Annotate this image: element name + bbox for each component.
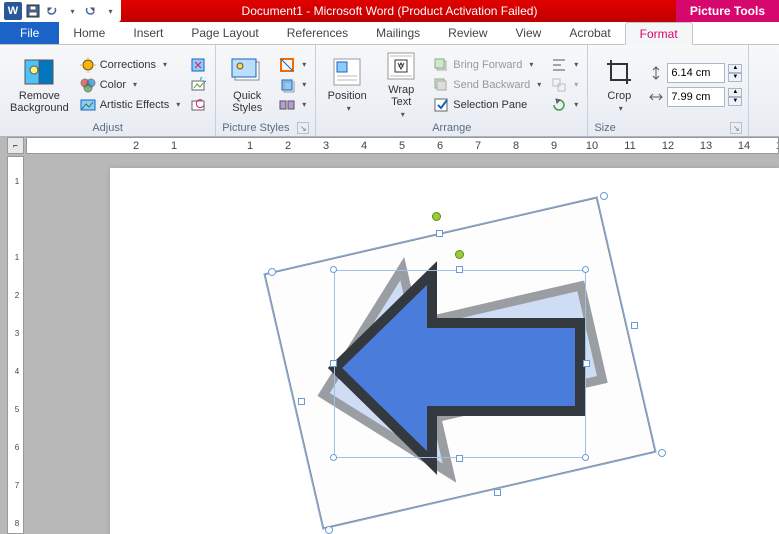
redo-icon[interactable] [82,3,98,19]
selection-handle-br[interactable] [658,449,666,457]
tab-review[interactable]: Review [434,22,501,44]
undo-icon[interactable] [44,3,60,19]
tab-format[interactable]: Format [625,22,693,45]
inner-selection-box[interactable] [334,270,586,458]
inner-handle-b[interactable] [456,455,463,462]
group-size: Crop ▲▼ ▲▼ Size↘ [588,45,749,136]
selection-pane-button[interactable]: Selection Pane [430,96,544,114]
group-adjust: Remove Background Corrections Color Arti… [0,45,216,136]
rotation-handle[interactable] [432,212,441,221]
tab-file[interactable]: File [0,22,59,44]
group-button[interactable] [548,76,581,94]
selection-handle-b[interactable] [494,489,501,496]
tab-insert[interactable]: Insert [119,22,177,44]
save-icon[interactable] [25,3,41,19]
ribbon: Remove Background Corrections Color Arti… [0,45,779,137]
height-spinner[interactable]: ▲▼ [648,63,742,83]
width-up[interactable]: ▲ [728,88,742,97]
picture-effects-button[interactable] [276,76,309,94]
tab-acrobat[interactable]: Acrobat [555,22,624,44]
undo-dropdown-icon[interactable] [63,3,79,19]
selection-handle-bl[interactable] [325,526,333,534]
height-icon [648,65,664,81]
horizontal-ruler[interactable]: 21123456789101112131415161718 [26,137,779,154]
bring-forward-button[interactable]: Bring Forward [430,56,544,74]
ribbon-tabs: File Home Insert Page Layout References … [0,22,779,45]
height-up[interactable]: ▲ [728,64,742,73]
quick-styles-label: Quick Styles [232,90,262,114]
tab-page-layout[interactable]: Page Layout [177,22,272,44]
width-spinner[interactable]: ▲▼ [648,87,742,107]
vertical-ruler[interactable]: 112345678 [7,156,24,534]
word-icon[interactable]: W [4,2,22,20]
send-backward-button[interactable]: Send Backward [430,76,544,94]
remove-background-label: Remove Background [10,90,69,114]
picture-layout-button[interactable] [276,96,309,114]
align-button[interactable] [548,56,581,74]
tab-home[interactable]: Home [59,22,119,44]
width-down[interactable]: ▼ [728,97,742,106]
inner-rotation-handle[interactable] [455,250,464,259]
crop-button[interactable]: Crop [594,48,644,121]
compress-pictures-button[interactable] [187,56,209,74]
inner-handle-t[interactable] [456,266,463,273]
width-input[interactable] [667,87,725,107]
group-adjust-label: Adjust [6,121,209,134]
tab-view[interactable]: View [502,22,556,44]
tab-references[interactable]: References [273,22,362,44]
size-dialog-launcher[interactable]: ↘ [730,122,742,134]
picture-border-button[interactable] [276,56,309,74]
qat-customize-icon[interactable] [101,3,117,19]
inner-handle-tl[interactable] [330,266,337,273]
picture-tools-tab-header: Picture Tools [676,0,779,22]
group-size-label: Size [594,121,615,134]
height-input[interactable] [667,63,725,83]
ruler-corner[interactable]: ⌐ [7,137,24,154]
group-arrange-label: Arrange [322,121,581,134]
reset-picture-button[interactable] [187,96,209,114]
quick-access-toolbar: W [0,0,121,22]
selection-handle-t[interactable] [436,230,443,237]
inner-handle-r[interactable] [583,360,590,367]
group-styles-label: Picture Styles [222,121,289,134]
quick-styles-button[interactable]: Quick Styles [222,48,272,121]
rotate-button[interactable] [548,96,581,114]
inner-handle-br[interactable] [582,454,589,461]
inner-handle-l[interactable] [330,360,337,367]
window-title: Document1 - Microsoft Word (Product Acti… [242,4,538,18]
group-arrange: Position Wrap Text Bring Forward Send Ba… [316,45,588,136]
height-down[interactable]: ▼ [728,73,742,82]
artistic-effects-button[interactable]: Artistic Effects [77,96,184,114]
color-button[interactable]: Color [77,76,184,94]
corrections-button[interactable]: Corrections [77,56,184,74]
wrap-text-button[interactable]: Wrap Text [376,48,426,121]
width-icon [648,89,664,105]
selection-handle-tl[interactable] [268,268,276,276]
change-picture-button[interactable] [187,76,209,94]
styles-dialog-launcher[interactable]: ↘ [297,122,309,134]
remove-background-button[interactable]: Remove Background [6,48,73,121]
group-picture-styles: Quick Styles Picture Styles ↘ [216,45,316,136]
title-bar: W Document1 - Microsoft Word (Product Ac… [0,0,779,22]
document-page[interactable] [110,168,779,534]
inner-handle-bl[interactable] [330,454,337,461]
position-button[interactable]: Position [322,48,372,121]
selection-handle-r[interactable] [631,322,638,329]
tab-mailings[interactable]: Mailings [362,22,434,44]
selection-handle-tr[interactable] [600,192,608,200]
selection-handle-l[interactable] [298,398,305,405]
inner-handle-tr[interactable] [582,266,589,273]
